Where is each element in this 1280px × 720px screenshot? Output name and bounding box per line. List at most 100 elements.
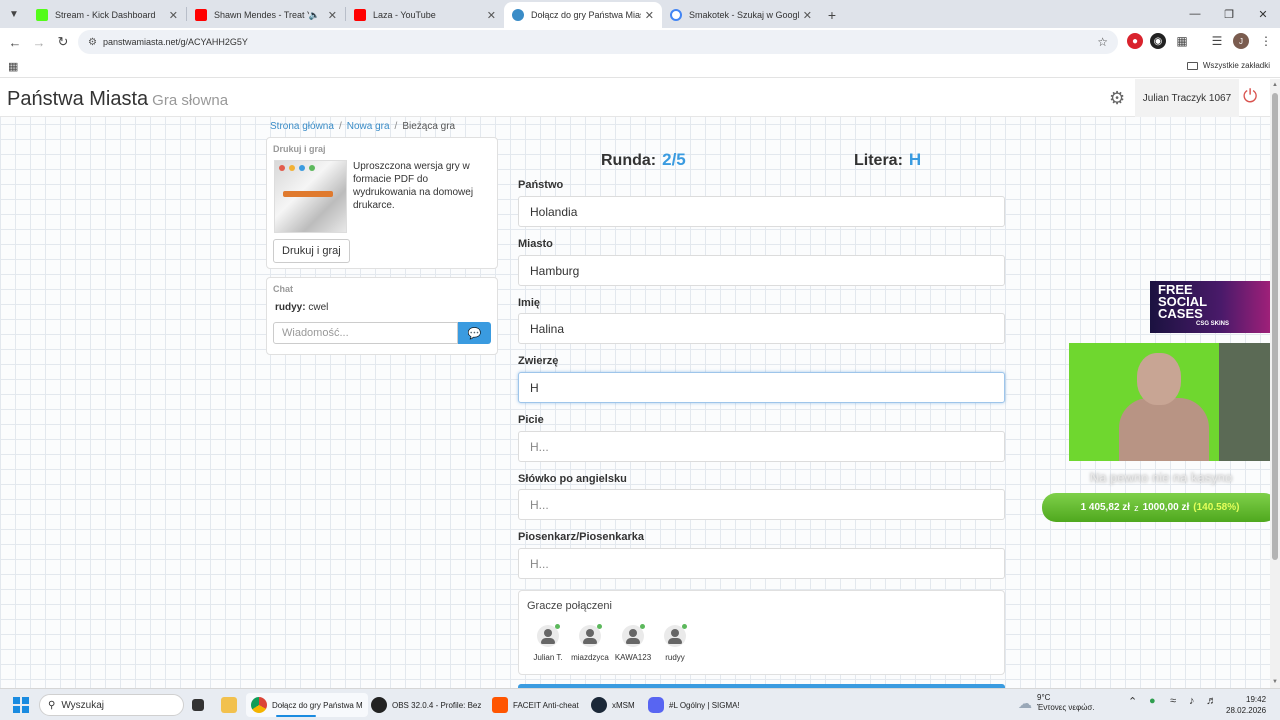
print-description: Uproszczona wersja gry w formacie PDF do… xyxy=(353,161,474,211)
restore-icon[interactable]: ❐ xyxy=(1212,0,1246,28)
faceit-icon xyxy=(492,697,508,713)
field-label-english-word: Słówko po angielsku xyxy=(518,473,627,485)
browser-tab-shawn-mendes[interactable]: Shawn Mendes - Treat You 🔈 ✕ xyxy=(187,2,345,28)
taskbar-steam[interactable]: xMSM xyxy=(591,693,635,717)
chat-message: rudyy: cwel xyxy=(275,302,329,313)
breadcrumb-home[interactable]: Strona główna xyxy=(270,121,334,132)
kick-icon xyxy=(36,9,48,21)
speaker-icon[interactable]: 🔈 xyxy=(309,10,320,21)
close-icon[interactable]: ✕ xyxy=(169,9,178,22)
taskbar-explorer[interactable] xyxy=(221,693,237,717)
balance-progress: 1 405,82 zł z 1000,00 zł (140.58%) xyxy=(1042,493,1270,522)
country-input[interactable] xyxy=(518,196,1005,227)
cloud-icon: ☁ xyxy=(1018,694,1032,711)
wifi-icon[interactable]: ≈ xyxy=(1170,695,1176,707)
browser-tab-kick[interactable]: Stream - Kick Dashboard ✕ xyxy=(28,2,186,28)
close-window-icon[interactable]: ✕ xyxy=(1246,0,1280,28)
minimize-icon[interactable]: — xyxy=(1178,0,1212,28)
site-brand[interactable]: Państwa Miasta Gra słowna xyxy=(7,88,228,111)
bookmark-star-icon[interactable]: ☆ xyxy=(1097,35,1108,49)
breadcrumb-current: Bieżąca gra xyxy=(402,121,456,132)
field-label-city: Miasto xyxy=(518,238,553,250)
window-controls: — ❐ ✕ xyxy=(1178,0,1280,28)
extension-dark-icon[interactable]: ◉ xyxy=(1150,33,1166,49)
browser-tab-laza[interactable]: Laza - YouTube ✕ xyxy=(346,2,504,28)
close-icon[interactable]: ✕ xyxy=(645,9,654,22)
browser-tab-panstwa-miasta[interactable]: Dołącz do gry Państwa Miasta ✕ xyxy=(504,2,662,28)
new-tab-button[interactable]: + xyxy=(820,2,844,28)
extension-red-icon[interactable]: ● xyxy=(1127,33,1143,49)
user-avatar-icon xyxy=(579,624,602,647)
player-item: rudyy xyxy=(647,624,703,662)
apps-grid-icon[interactable]: ▦ xyxy=(8,60,18,73)
profile-avatar-icon[interactable]: J xyxy=(1233,33,1249,49)
user-avatar-icon xyxy=(537,624,560,647)
windows-taskbar: ⚲ Wyszukaj Dołącz do gry Państwa M OBS 3… xyxy=(0,688,1280,720)
reload-icon[interactable]: ↻ xyxy=(51,34,75,50)
field-label-drink: Picie xyxy=(518,414,544,426)
chat-panel: Chat rudyy: cwel 💬 xyxy=(266,277,498,355)
drink-input[interactable] xyxy=(518,431,1005,462)
taskbar-obs[interactable]: OBS 32.0.4 - Profile: Bez xyxy=(371,693,481,717)
browser-tab-google[interactable]: Smakotek - Szukaj w Google ✕ xyxy=(662,2,820,28)
webcam-overlay xyxy=(1069,343,1270,461)
back-icon[interactable]: ← xyxy=(3,35,27,50)
speaker-icon[interactable]: ♬ xyxy=(1206,695,1217,707)
page-scrollbar[interactable]: ▲ ▼ xyxy=(1270,79,1280,688)
task-view-icon xyxy=(192,699,204,711)
chat-send-button[interactable]: 💬 xyxy=(458,322,491,344)
taskbar-weather[interactable]: ☁ 9°C Έντονες νεφώσ. xyxy=(1018,693,1095,713)
connected-players-panel: Gracze połączeni Julian T. miazdzyca KAW… xyxy=(518,590,1005,675)
user-name[interactable]: Julian Traczyk 1067 xyxy=(1135,79,1239,117)
taskbar-discord[interactable]: #L Ogólny | SIGMA! xyxy=(648,693,740,717)
all-bookmarks-button[interactable]: Wszystkie zakładki xyxy=(1186,61,1270,70)
url-bar[interactable]: ⚙ panstwamiasta.net/g/ACYAHH2G5Y ☆ xyxy=(78,30,1118,54)
taskbar-task-view[interactable] xyxy=(192,693,204,717)
windows-start-icon[interactable] xyxy=(13,697,29,713)
site-info-icon[interactable]: ⚙ xyxy=(88,37,97,48)
chat-message-input[interactable] xyxy=(273,322,458,344)
logout-power-icon[interactable]: ⏻ xyxy=(1243,86,1257,107)
field-label-animal: Zwierzę xyxy=(518,355,559,367)
name-input[interactable] xyxy=(518,313,1005,344)
google-icon xyxy=(670,9,682,21)
singer-input[interactable] xyxy=(518,548,1005,579)
tray-app-icon[interactable]: ● xyxy=(1149,695,1156,707)
taskbar-clock[interactable]: 19:42 28.02.2026 xyxy=(1226,694,1266,716)
stream-caption: Na pewno nie na kasyno xyxy=(1089,470,1233,485)
settings-gear-icon[interactable]: ⚙ xyxy=(1109,88,1125,109)
breadcrumb-new-game[interactable]: Nowa gra xyxy=(347,121,390,132)
tray-chevron-up-icon[interactable]: ⌃ xyxy=(1128,695,1137,708)
field-label-name: Imię xyxy=(518,297,541,309)
english-word-input[interactable] xyxy=(518,489,1005,520)
taskbar-faceit[interactable]: FACEIT Anti-cheat xyxy=(492,693,579,717)
obs-icon xyxy=(371,697,387,713)
forward-icon[interactable]: → xyxy=(27,35,51,50)
breadcrumb: Strona główna / Nowa gra / Bieżąca gra xyxy=(270,121,456,132)
youtube-icon xyxy=(195,9,207,21)
taskbar-search[interactable]: ⚲ Wyszukaj xyxy=(39,694,184,716)
chat-title: Chat xyxy=(273,284,293,294)
youtube-icon xyxy=(354,9,366,21)
search-icon: ⚲ xyxy=(48,699,56,711)
round-value: 2/5 xyxy=(662,150,686,169)
microphone-icon[interactable]: ♪ xyxy=(1189,695,1195,707)
close-icon[interactable]: ✕ xyxy=(328,9,337,22)
animal-input[interactable] xyxy=(518,372,1005,403)
taskbar-chrome[interactable]: Dołącz do gry Państwa M xyxy=(246,693,368,717)
bookmarks-bar: ▦ Wszystkie zakładki xyxy=(0,56,1280,78)
letter-value: H xyxy=(908,150,922,169)
print-and-play-button[interactable]: Drukuj i graj xyxy=(273,239,350,263)
field-label-singer: Piosenkarz/Piosenkarka xyxy=(518,531,644,543)
browser-menu-icon[interactable]: ⋮ xyxy=(1258,33,1274,49)
chat-bubble-icon: 💬 xyxy=(467,327,482,340)
close-icon[interactable]: ✕ xyxy=(803,9,812,22)
tab-search-icon[interactable]: ▼ xyxy=(0,0,28,28)
media-control-icon[interactable]: ☰ xyxy=(1209,33,1225,49)
print-panel: Drukuj i graj Uproszczona wersja gry w f… xyxy=(266,137,498,269)
players-title: Gracze połączeni xyxy=(527,600,612,612)
city-input[interactable] xyxy=(518,255,1005,286)
user-avatar-icon xyxy=(622,624,645,647)
extensions-puzzle-icon[interactable]: ▦ xyxy=(1174,33,1190,49)
close-icon[interactable]: ✕ xyxy=(487,9,496,22)
